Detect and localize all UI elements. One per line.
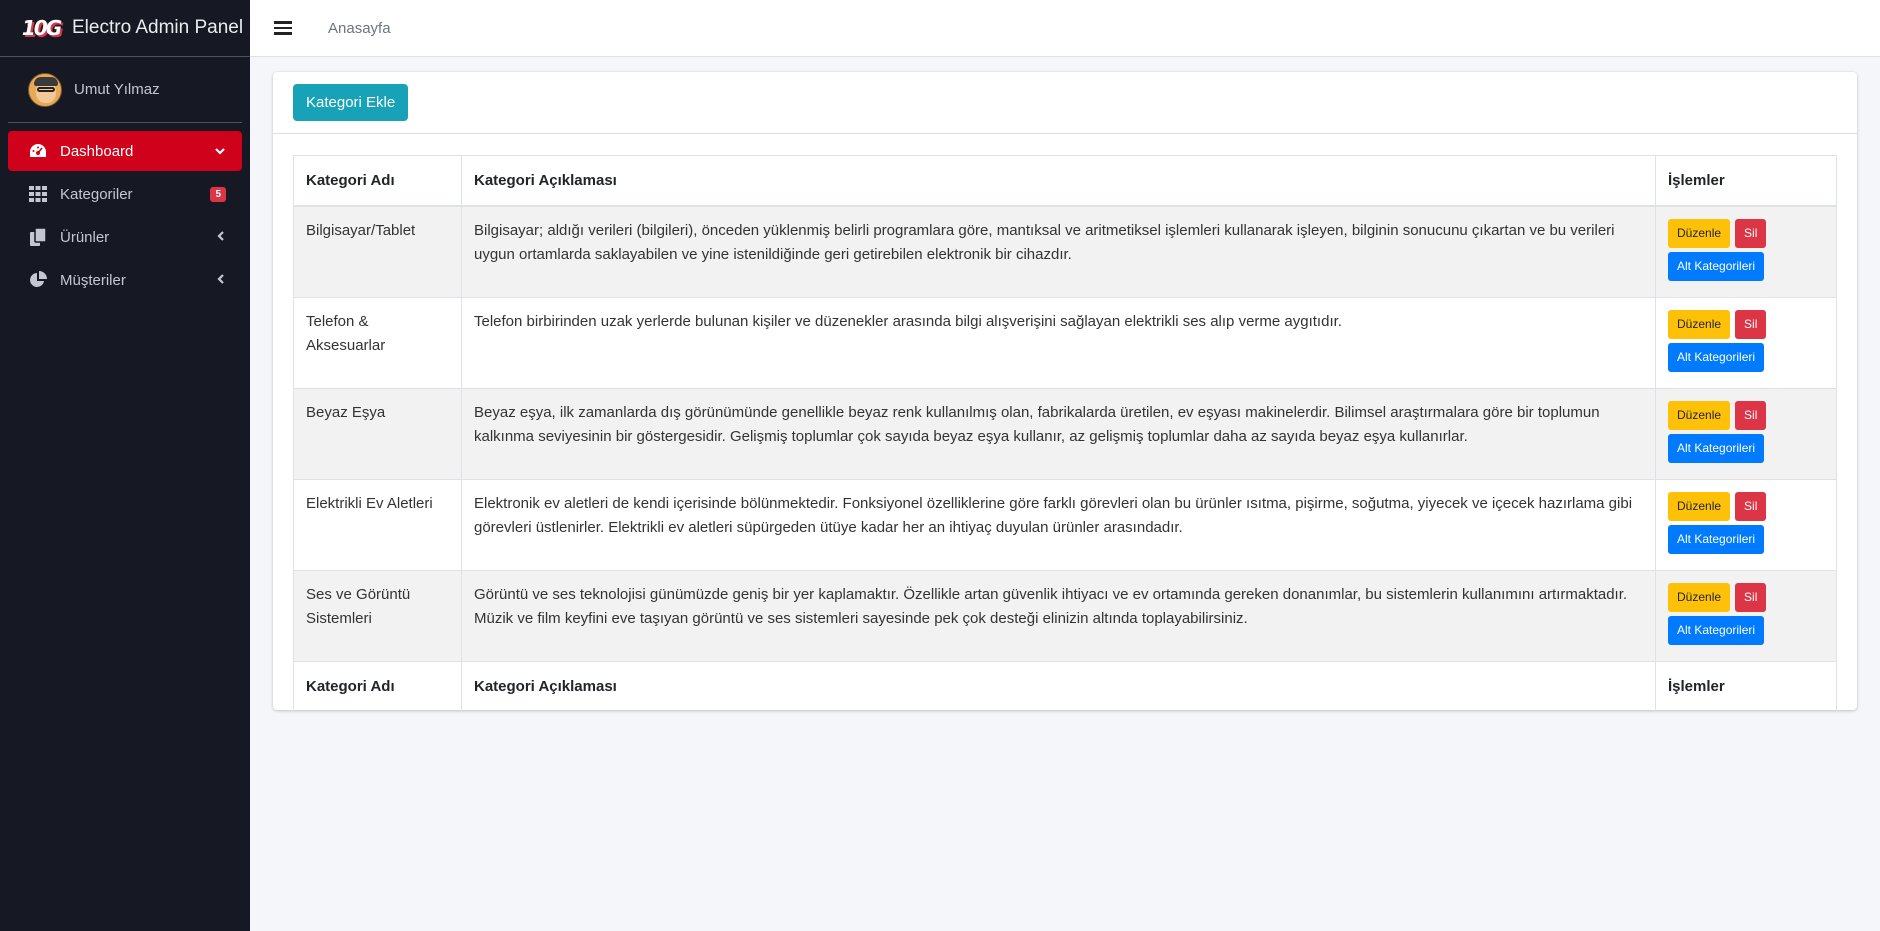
actions-cell: Düzenle Sil Alt Kategorileri xyxy=(1655,297,1837,389)
footer-header-actions: İşlemler xyxy=(1655,661,1837,712)
categories-table: Kategori Adı Kategori Açıklaması İşlemle… xyxy=(293,155,1837,712)
category-name-cell: Elektrikli Ev Aletleri xyxy=(293,479,462,571)
copy-icon xyxy=(28,228,48,246)
table-header-row: Kategori Adı Kategori Açıklaması İşlemle… xyxy=(293,155,1837,207)
brand-link[interactable]: 10G Electro Admin Panel xyxy=(0,0,250,57)
brand-title: Electro Admin Panel xyxy=(72,17,244,38)
user-name[interactable]: Umut Yılmaz xyxy=(74,81,160,98)
column-header-name: Kategori Adı xyxy=(293,155,462,207)
category-description-cell: Beyaz eşya, ilk zamanlarda dış görünümün… xyxy=(461,388,1656,480)
edit-button[interactable]: Düzenle xyxy=(1668,401,1731,430)
subcategories-button[interactable]: Alt Kategorileri xyxy=(1668,252,1765,281)
delete-button[interactable]: Sil xyxy=(1735,492,1767,521)
categories-table-wrapper: Kategori Adı Kategori Açıklaması İşlemle… xyxy=(293,155,1837,712)
sidebar-item-kategoriler[interactable]: Kategoriler 5 xyxy=(8,174,242,214)
delete-button[interactable]: Sil xyxy=(1735,219,1767,248)
actions-cell: Düzenle Sil Alt Kategorileri xyxy=(1655,388,1837,480)
sidebar-item-label: Ürünler xyxy=(60,228,110,246)
edit-button[interactable]: Düzenle xyxy=(1668,583,1731,612)
footer-header-description: Kategori Açıklaması xyxy=(461,661,1656,712)
menu-toggle-icon[interactable] xyxy=(274,18,292,38)
pie-chart-icon xyxy=(28,271,48,289)
chevron-left-icon xyxy=(216,229,226,245)
category-name-cell: Ses ve Görüntü Sistemleri xyxy=(293,570,462,662)
subcategories-button[interactable]: Alt Kategorileri xyxy=(1668,434,1765,463)
avatar xyxy=(28,72,62,107)
column-header-actions: İşlemler xyxy=(1655,155,1837,207)
category-description-cell: Elektronik ev aletleri de kendi içerisin… xyxy=(461,479,1656,571)
category-name-cell: Telefon & Aksesuarlar xyxy=(293,297,462,389)
table-row: Beyaz Eşya Beyaz eşya, ilk zamanlarda dı… xyxy=(293,388,1837,480)
card-header: Kategori Ekle xyxy=(273,72,1857,134)
category-description-cell: Telefon birbirinden uzak yerlerde buluna… xyxy=(461,297,1656,389)
sidebar-nav: Dashboard Kategoriler 5 Ürünler Müşteril… xyxy=(0,123,250,300)
actions-cell: Düzenle Sil Alt Kategorileri xyxy=(1655,479,1837,571)
top-navbar: Anasayfa xyxy=(250,0,1880,57)
delete-button[interactable]: Sil xyxy=(1735,583,1767,612)
count-badge: 5 xyxy=(210,186,226,202)
table-row: Telefon & Aksesuarlar Telefon birbirinde… xyxy=(293,297,1837,389)
categories-card: Kategori Ekle Kategori Adı Kategori Açık… xyxy=(273,72,1857,712)
subcategories-button[interactable]: Alt Kategorileri xyxy=(1668,343,1765,372)
category-name-cell: Beyaz Eşya xyxy=(293,388,462,480)
edit-button[interactable]: Düzenle xyxy=(1668,492,1731,521)
sidebar-item-label: Dashboard xyxy=(60,142,134,160)
column-header-description: Kategori Açıklaması xyxy=(461,155,1656,207)
table-footer-row: Kategori Adı Kategori Açıklaması İşlemle… xyxy=(293,661,1837,712)
breadcrumb-home-link[interactable]: Anasayfa xyxy=(328,20,391,37)
delete-button[interactable]: Sil xyxy=(1735,310,1767,339)
table-row: Ses ve Görüntü Sistemleri Görüntü ve ses… xyxy=(293,570,1837,662)
chevron-down-icon xyxy=(214,143,226,159)
sidebar-item-label: Müşteriler xyxy=(60,271,126,289)
actions-cell: Düzenle Sil Alt Kategorileri xyxy=(1655,570,1837,662)
tachometer-icon xyxy=(28,142,48,160)
edit-button[interactable]: Düzenle xyxy=(1668,310,1731,339)
user-panel[interactable]: Umut Yılmaz xyxy=(8,57,242,123)
subcategories-button[interactable]: Alt Kategorileri xyxy=(1668,616,1765,645)
grid-icon xyxy=(28,185,48,203)
edit-button[interactable]: Düzenle xyxy=(1668,219,1731,248)
sidebar-item-urunler[interactable]: Ürünler xyxy=(8,217,242,257)
delete-button[interactable]: Sil xyxy=(1735,401,1767,430)
sidebar-item-label: Kategoriler xyxy=(60,185,133,203)
table-row: Bilgisayar/Tablet Bilgisayar; aldığı ver… xyxy=(293,205,1837,298)
sidebar-item-dashboard[interactable]: Dashboard xyxy=(8,131,242,171)
category-name-cell: Bilgisayar/Tablet xyxy=(293,205,462,298)
add-category-button[interactable]: Kategori Ekle xyxy=(293,84,409,121)
brand-logo: 10G xyxy=(21,16,62,40)
sidebar: 10G Electro Admin Panel Umut Yılmaz Dash… xyxy=(0,0,250,931)
sidebar-item-musteriler[interactable]: Müşteriler xyxy=(8,260,242,300)
chevron-left-icon xyxy=(216,272,226,288)
footer-header-name: Kategori Adı xyxy=(293,661,462,712)
table-row: Elektrikli Ev Aletleri Elektronik ev ale… xyxy=(293,479,1837,571)
category-description-cell: Görüntü ve ses teknolojisi günümüzde gen… xyxy=(461,570,1656,662)
subcategories-button[interactable]: Alt Kategorileri xyxy=(1668,525,1765,554)
actions-cell: Düzenle Sil Alt Kategorileri xyxy=(1655,205,1837,298)
category-description-cell: Bilgisayar; aldığı verileri (bilgileri),… xyxy=(461,205,1656,298)
